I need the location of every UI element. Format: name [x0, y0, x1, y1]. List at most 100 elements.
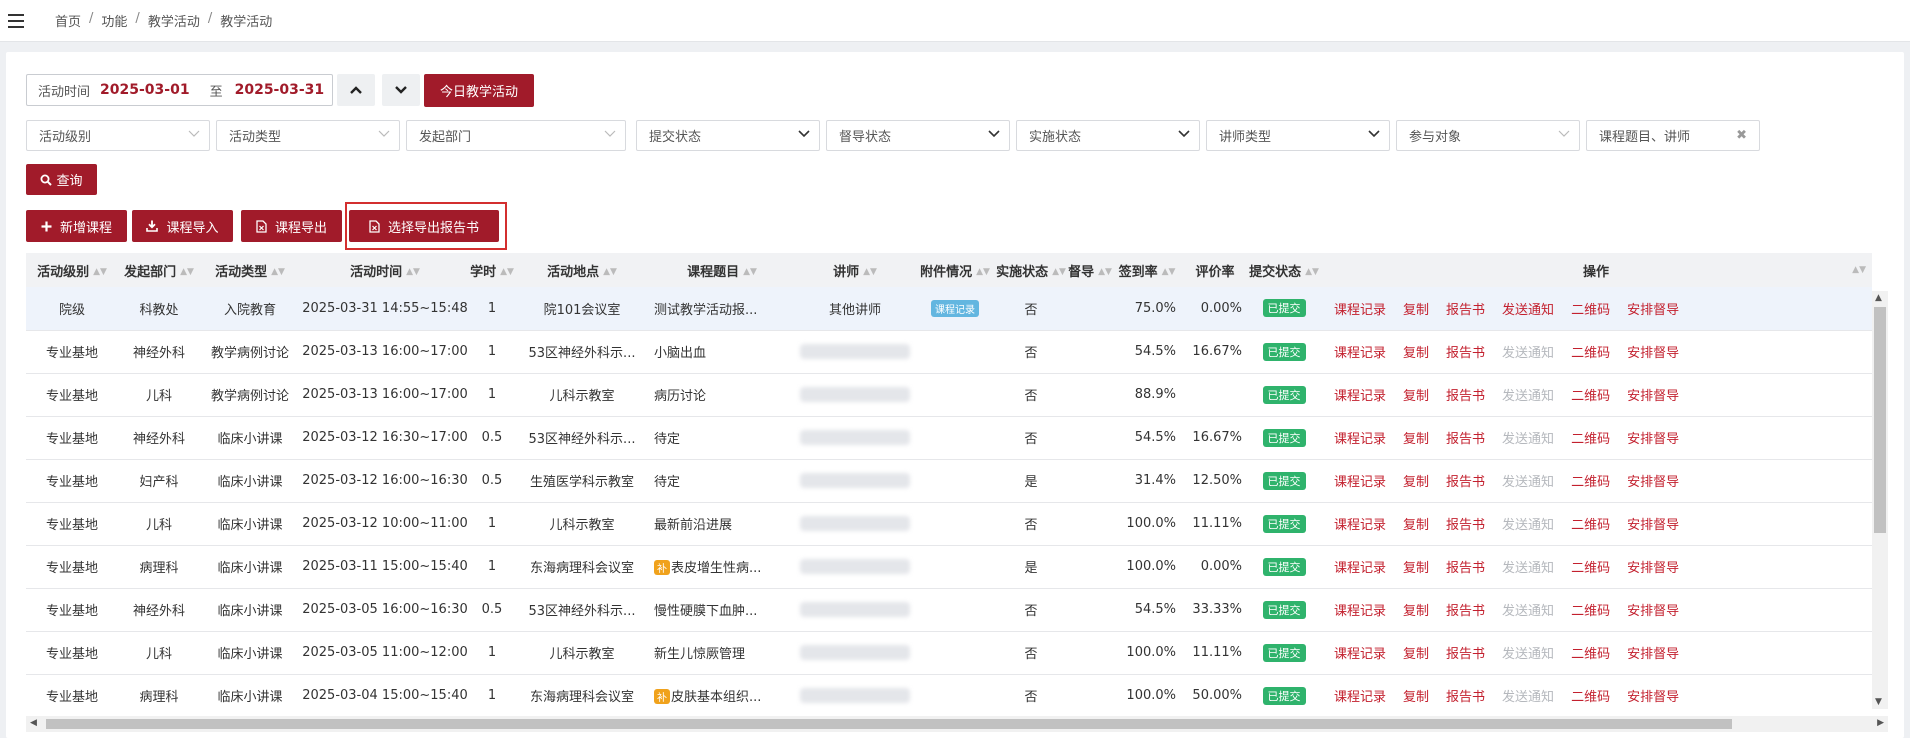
course-record-link[interactable]: 课程记录 — [1334, 690, 1386, 705]
qrcode-link[interactable]: 二维码 — [1571, 432, 1610, 447]
column-header[interactable]: 签到率 ▲▼ — [1112, 253, 1182, 287]
arrange-supervise-link[interactable]: 安排督导 — [1627, 604, 1679, 619]
course-record-link[interactable]: 课程记录 — [1334, 647, 1386, 662]
copy-link[interactable]: 复制 — [1403, 518, 1429, 533]
today-activities-button[interactable]: 今日教学活动 — [424, 74, 534, 107]
lecturer-type-select[interactable]: 讲师类型 — [1206, 120, 1390, 151]
scroll-up-icon[interactable]: ▲ — [1875, 293, 1882, 303]
report-link[interactable]: 报告书 — [1446, 432, 1485, 447]
table-row[interactable]: 专业基地 儿科 临床小讲课 2025-03-12 10:00~11:00 1 儿科示教室最… — [26, 502, 1872, 546]
copy-link[interactable]: 复制 — [1403, 346, 1429, 361]
course-record-link[interactable]: 课程记录 — [1334, 518, 1386, 533]
course-record-link[interactable]: 课程记录 — [1334, 604, 1386, 619]
copy-link[interactable]: 复制 — [1403, 303, 1429, 318]
menu-icon[interactable] — [8, 13, 24, 28]
column-header[interactable]: 活动级别 ▲▼ — [26, 253, 118, 287]
table-row[interactable]: 专业基地 神经外科 临床小讲课 2025-03-05 16:00~16:30 0.5 53… — [26, 588, 1872, 632]
send-notice-link[interactable]: 发送通知 — [1502, 303, 1554, 318]
send-notice-link[interactable]: 发送通知 — [1502, 561, 1554, 576]
column-header[interactable]: 活动类型 ▲▼ — [200, 253, 300, 287]
report-link[interactable]: 报告书 — [1446, 647, 1485, 662]
copy-link[interactable]: 复制 — [1403, 561, 1429, 576]
submit-status-select[interactable]: 提交状态 — [636, 120, 820, 151]
arrange-supervise-link[interactable]: 安排督导 — [1627, 432, 1679, 447]
table-row[interactable]: 专业基地 儿科 临床小讲课 2025-03-05 11:00~12:00 1 儿科示教室新… — [26, 631, 1872, 675]
copy-link[interactable]: 复制 — [1403, 647, 1429, 662]
arrange-supervise-link[interactable]: 安排督导 — [1627, 647, 1679, 662]
qrcode-link[interactable]: 二维码 — [1571, 604, 1610, 619]
report-link[interactable]: 报告书 — [1446, 389, 1485, 404]
report-link[interactable]: 报告书 — [1446, 604, 1485, 619]
qrcode-link[interactable]: 二维码 — [1571, 690, 1610, 705]
arrange-supervise-link[interactable]: 安排督导 — [1627, 561, 1679, 576]
arrange-supervise-link[interactable]: 安排督导 — [1627, 690, 1679, 705]
column-header[interactable]: 活动时间 ▲▼ — [300, 253, 470, 287]
export-course-button[interactable]: 课程导出 — [241, 210, 342, 242]
arrange-supervise-link[interactable]: 安排督导 — [1627, 346, 1679, 361]
add-course-button[interactable]: 新增课程 — [26, 210, 127, 242]
report-link[interactable]: 报告书 — [1446, 346, 1485, 361]
type-select[interactable]: 活动类型 — [216, 120, 400, 151]
qrcode-link[interactable]: 二维码 — [1571, 518, 1610, 533]
table-row[interactable]: 专业基地 儿科 教学病例讨论 2025-03-13 16:00~17:00 1 儿科示教室… — [26, 373, 1872, 417]
qrcode-link[interactable]: 二维码 — [1571, 647, 1610, 662]
clear-icon[interactable]: ✖ — [1736, 128, 1747, 143]
participants-select[interactable]: 参与对象 — [1396, 120, 1580, 151]
query-button[interactable]: 查询 — [26, 164, 97, 195]
table-row[interactable]: 专业基地 神经外科 临床小讲课 2025-03-12 16:30~17:00 0.5 53… — [26, 416, 1872, 460]
qrcode-link[interactable]: 二维码 — [1571, 475, 1610, 490]
report-link[interactable]: 报告书 — [1446, 475, 1485, 490]
qrcode-link[interactable]: 二维码 — [1571, 346, 1610, 361]
course-record-link[interactable]: 课程记录 — [1334, 561, 1386, 576]
send-notice-link[interactable]: 发送通知 — [1502, 690, 1554, 705]
horizontal-scrollbar[interactable]: ◀ ▶ — [26, 716, 1888, 732]
column-header[interactable]: 课程题目 ▲▼ — [650, 253, 794, 287]
table-row[interactable]: 专业基地 病理科 临床小讲课 2025-03-04 15:00~15:40 1 东海病理科… — [26, 674, 1872, 718]
breadcrumb-item[interactable]: 首页 — [55, 11, 81, 30]
scroll-right-icon[interactable]: ▶ — [1877, 718, 1884, 728]
scrollbar-thumb[interactable] — [1874, 307, 1886, 533]
level-select[interactable]: 活动级别 — [26, 120, 210, 151]
copy-link[interactable]: 复制 — [1403, 604, 1429, 619]
dept-select[interactable]: 发起部门 — [406, 120, 626, 151]
previous-month-button[interactable] — [337, 74, 375, 106]
course-record-link[interactable]: 课程记录 — [1334, 303, 1386, 318]
qrcode-link[interactable]: 二维码 — [1571, 303, 1610, 318]
end-date[interactable]: 2025-03-31 — [235, 82, 325, 98]
send-notice-link[interactable]: 发送通知 — [1502, 389, 1554, 404]
column-header[interactable]: 实施状态 ▲▼ — [994, 253, 1068, 287]
column-header[interactable]: 发起部门 ▲▼ — [118, 253, 200, 287]
copy-link[interactable]: 复制 — [1403, 432, 1429, 447]
send-notice-link[interactable]: 发送通知 — [1502, 518, 1554, 533]
course-record-link[interactable]: 课程记录 — [1334, 432, 1386, 447]
table-row[interactable]: 专业基地 神经外科 教学病例讨论 2025-03-13 16:00~17:00 1 53区… — [26, 330, 1872, 374]
qrcode-link[interactable]: 二维码 — [1571, 561, 1610, 576]
column-header[interactable]: 学时 ▲▼ — [470, 253, 514, 287]
course-record-link[interactable]: 课程记录 — [1334, 389, 1386, 404]
report-link[interactable]: 报告书 — [1446, 303, 1485, 318]
column-header[interactable]: 活动地点 ▲▼ — [514, 253, 650, 287]
report-link[interactable]: 报告书 — [1446, 518, 1485, 533]
report-link[interactable]: 报告书 — [1446, 561, 1485, 576]
send-notice-link[interactable]: 发送通知 — [1502, 432, 1554, 447]
arrange-supervise-link[interactable]: 安排督导 — [1627, 518, 1679, 533]
start-date[interactable]: 2025-03-01 — [100, 82, 190, 98]
column-header[interactable]: 督导 ▲▼ — [1068, 253, 1112, 287]
copy-link[interactable]: 复制 — [1403, 389, 1429, 404]
scrollbar-thumb[interactable] — [46, 719, 1732, 729]
scroll-down-icon[interactable]: ▼ — [1875, 697, 1882, 707]
table-row[interactable]: 院级 科教处 入院教育 2025-03-31 14:55~15:48 1 院101会议室测… — [26, 287, 1872, 331]
breadcrumb-item[interactable]: 教学活动 — [148, 11, 200, 30]
import-course-button[interactable]: 课程导入 — [132, 210, 233, 242]
report-link[interactable]: 报告书 — [1446, 690, 1485, 705]
next-month-button[interactable] — [382, 74, 420, 106]
arrange-supervise-link[interactable]: 安排督导 — [1627, 303, 1679, 318]
column-header[interactable]: 评价率 — [1182, 253, 1248, 287]
send-notice-link[interactable]: 发送通知 — [1502, 475, 1554, 490]
breadcrumb-item[interactable]: 功能 — [101, 11, 127, 30]
arrange-supervise-link[interactable]: 安排督导 — [1627, 389, 1679, 404]
column-header[interactable]: 讲师 ▲▼ — [794, 253, 916, 287]
vertical-scrollbar[interactable]: ▲ ▼ — [1872, 291, 1888, 709]
qrcode-link[interactable]: 二维码 — [1571, 389, 1610, 404]
table-row[interactable]: 专业基地 妇产科 临床小讲课 2025-03-12 16:00~16:30 0.5 生殖医… — [26, 459, 1872, 503]
